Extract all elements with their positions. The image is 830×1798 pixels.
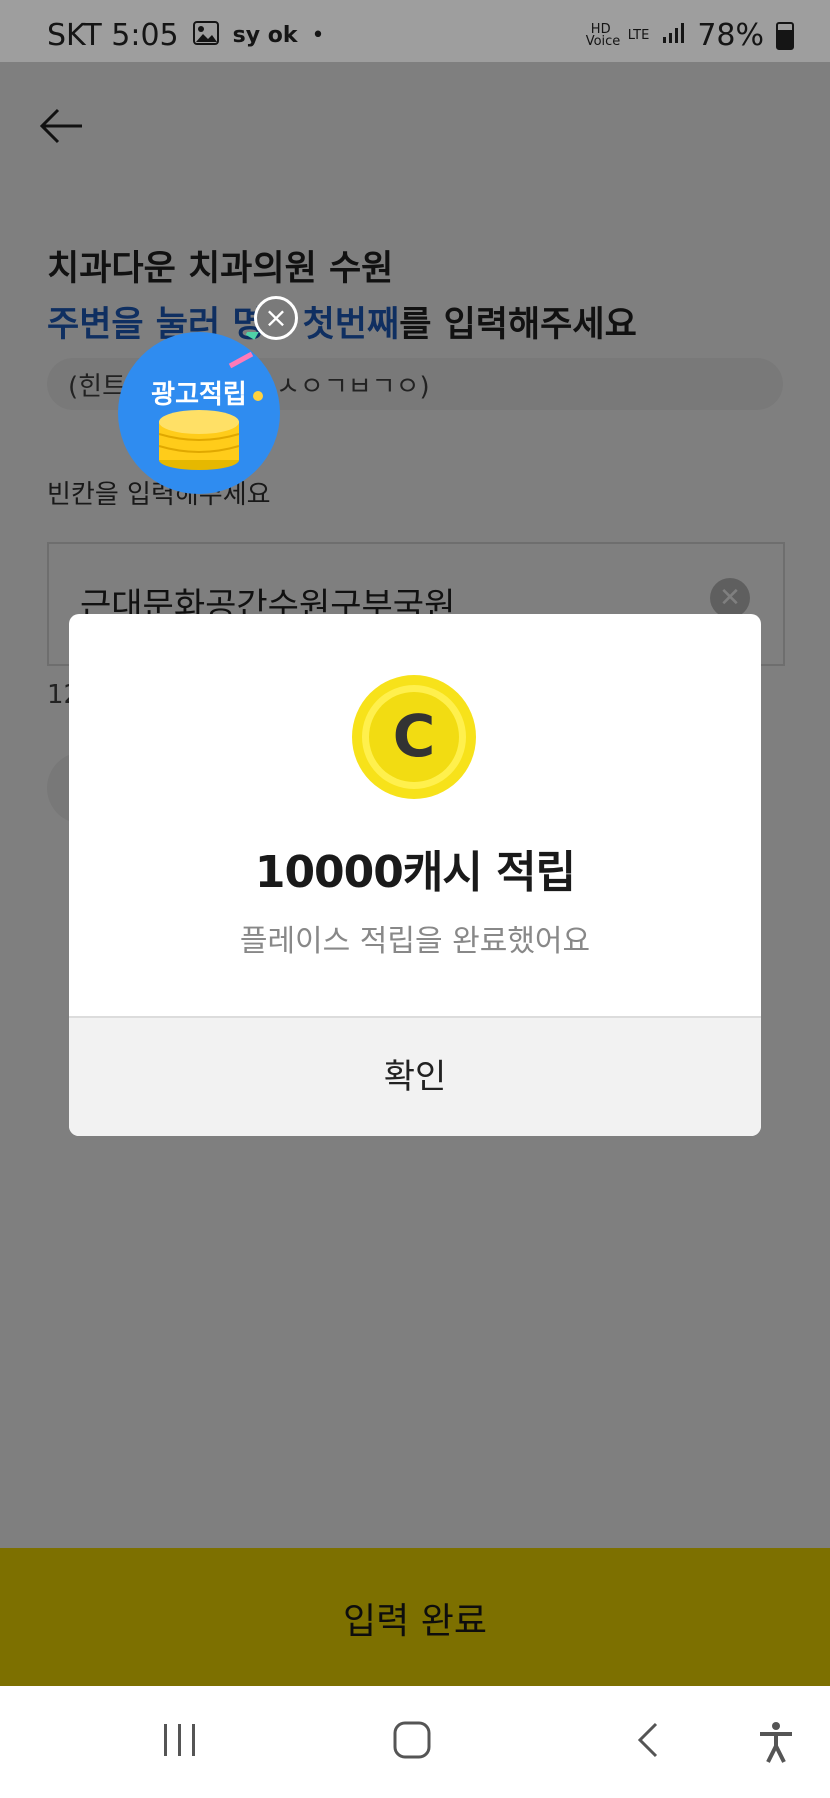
ad-reward-label: 광고적립	[151, 380, 247, 410]
home-icon[interactable]	[392, 1720, 432, 1764]
accessibility-icon[interactable]	[756, 1720, 796, 1768]
ad-close-icon[interactable]: ×	[254, 296, 298, 340]
confirm-button[interactable]: 확인	[69, 1018, 761, 1136]
status-dim	[0, 0, 830, 62]
coin-icon: C	[351, 674, 477, 800]
coin-letter: C	[393, 702, 436, 770]
back-nav-icon[interactable]	[628, 1720, 668, 1764]
recent-apps-icon[interactable]	[160, 1720, 200, 1764]
dialog-subtitle: 플레이스 적립을 완료했어요	[239, 924, 591, 959]
ad-reward-bubble[interactable]	[118, 332, 280, 494]
reward-dialog: C 10000캐시 적립 플레이스 적립을 완료했어요 확인	[69, 614, 761, 1136]
dialog-title: 10000캐시 적립	[254, 847, 576, 898]
